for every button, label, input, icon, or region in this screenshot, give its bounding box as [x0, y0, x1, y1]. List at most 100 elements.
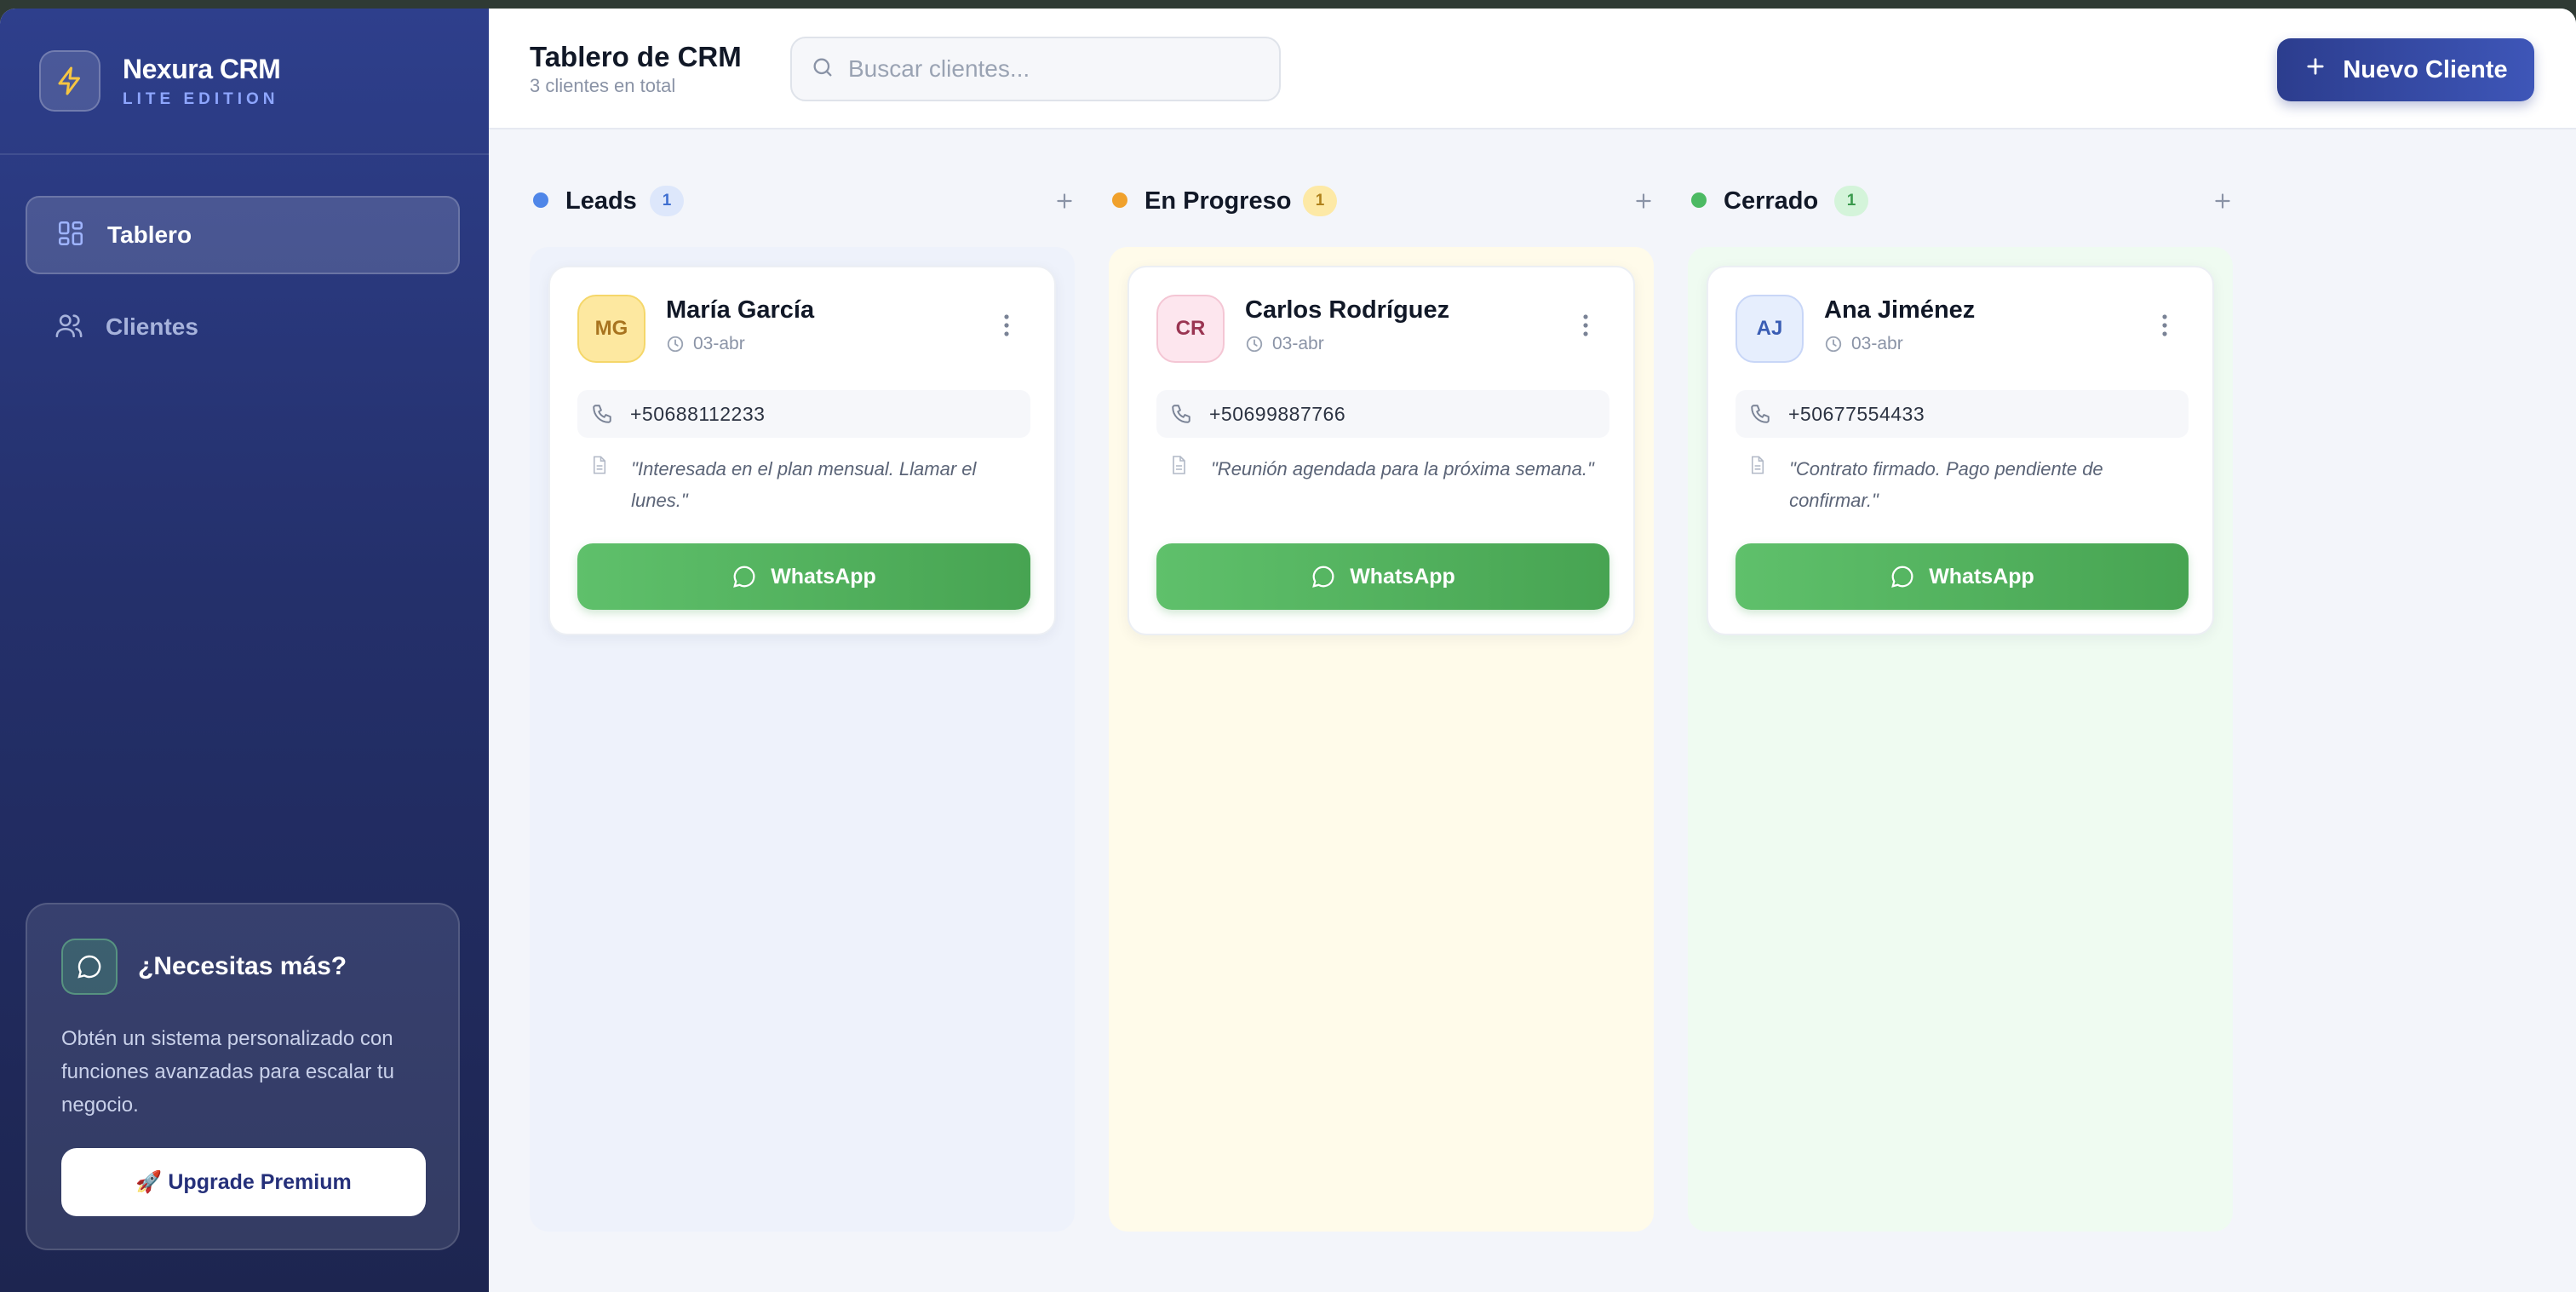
- avatar: MG: [577, 295, 645, 363]
- column-header: Cerrado 1: [1688, 162, 2241, 238]
- client-card[interactable]: CR Carlos Rodríguez 03-abr +50699887766 …: [1127, 266, 1635, 635]
- kebab-menu-icon: [1583, 314, 1588, 336]
- promo-title: ¿Necesitas más?: [138, 952, 347, 980]
- client-note: "Reunión agendada para la próxima semana…: [1168, 453, 1603, 485]
- add-card-button[interactable]: [2204, 182, 2241, 220]
- clock-icon: [667, 336, 684, 353]
- sidebar: Nexura CRM LITE EDITION Tablero Clientes…: [0, 9, 489, 1292]
- search-input[interactable]: [848, 55, 1257, 83]
- document-icon: [1173, 456, 1185, 474]
- client-card[interactable]: AJ Ana Jiménez 03-abr +50677554433 "Cont…: [1707, 266, 2214, 635]
- sidebar-item-tablero[interactable]: Tablero: [26, 196, 460, 274]
- document-icon: [1751, 456, 1764, 474]
- clock-icon: [1246, 336, 1263, 353]
- phone-number: +50699887766: [1209, 402, 1346, 425]
- client-name: Carlos Rodríguez: [1245, 296, 1450, 324]
- sidebar-item-label: Clientes: [106, 313, 198, 340]
- add-card-button[interactable]: [1625, 182, 1662, 220]
- whatsapp-label: WhatsApp: [771, 564, 876, 589]
- page-title: Tablero de CRM: [530, 41, 742, 72]
- column-title: Cerrado: [1724, 187, 1819, 215]
- whatsapp-icon: [1891, 566, 1913, 588]
- client-date: 03-abr: [1245, 334, 1324, 354]
- whatsapp-button[interactable]: WhatsApp: [1156, 543, 1609, 610]
- client-note: "Interesada en el plan mensual. Llamar e…: [589, 453, 1024, 516]
- promo-description: Obtén un sistema personalizado con funci…: [61, 1027, 394, 1117]
- brand: Nexura CRM LITE EDITION: [39, 49, 281, 112]
- column-title: Leads: [565, 187, 637, 215]
- chat-bubble-icon: [61, 939, 118, 995]
- whatsapp-label: WhatsApp: [1350, 564, 1455, 589]
- kebab-menu-icon: [1004, 314, 1009, 336]
- more-options-button[interactable]: [1575, 308, 1596, 342]
- note-text: "Interesada en el plan mensual. Llamar e…: [631, 458, 977, 511]
- grid-icon: [56, 219, 85, 252]
- column-leads: Leads 1 MG María García 03-abr +50688112…: [530, 162, 1083, 1232]
- sidebar-item-clientes[interactable]: Clientes: [26, 288, 460, 366]
- app-window: Nexura CRM LITE EDITION Tablero Clientes…: [0, 9, 2576, 1292]
- search-box[interactable]: [790, 37, 1281, 101]
- new-client-label: Nuevo Cliente: [2343, 55, 2508, 83]
- column-count-badge: 1: [1303, 186, 1337, 216]
- sidebar-item-label: Tablero: [107, 221, 192, 248]
- topbar: Tablero de CRM 3 clientes en total Nuevo…: [489, 9, 2576, 129]
- client-date: 03-abr: [666, 334, 745, 354]
- document-icon: [594, 456, 606, 474]
- date-text: 03-abr: [1851, 334, 1903, 353]
- whatsapp-label: WhatsApp: [1929, 564, 2034, 589]
- phone-icon: [593, 405, 611, 423]
- column-title: En Progreso: [1145, 187, 1292, 215]
- more-options-button[interactable]: [996, 308, 1017, 342]
- phone-icon: [1751, 405, 1770, 423]
- column-count-badge: 1: [1834, 186, 1868, 216]
- new-client-button[interactable]: Nuevo Cliente: [2277, 38, 2534, 101]
- column-body: MG María García 03-abr +50688112233 "Int…: [530, 247, 1075, 1232]
- column-en-progreso: En Progreso 1 CR Carlos Rodríguez 03-abr: [1109, 162, 1662, 1232]
- lightning-icon: [39, 50, 100, 112]
- whatsapp-button[interactable]: WhatsApp: [1736, 543, 2189, 610]
- column-body: AJ Ana Jiménez 03-abr +50677554433 "Cont…: [1688, 247, 2233, 1232]
- phone-field: +50688112233: [577, 390, 1030, 438]
- plus-icon: [1057, 193, 1072, 209]
- kebab-menu-icon: [2162, 314, 2167, 336]
- upgrade-premium-button[interactable]: 🚀 Upgrade Premium: [61, 1148, 426, 1216]
- premium-promo-card: ¿Necesitas más? Obtén un sistema persona…: [26, 903, 460, 1250]
- clock-icon: [1825, 336, 1842, 353]
- column-header: Leads 1: [530, 162, 1083, 238]
- whatsapp-button[interactable]: WhatsApp: [577, 543, 1030, 610]
- column-cerrado: Cerrado 1 AJ Ana Jiménez 03-abr +5067755…: [1688, 162, 2241, 1232]
- avatar: AJ: [1736, 295, 1804, 363]
- phone-icon: [1172, 405, 1190, 423]
- column-header: En Progreso 1: [1109, 162, 1662, 238]
- sidebar-divider: [0, 153, 489, 155]
- status-dot: [533, 192, 548, 208]
- client-card[interactable]: MG María García 03-abr +50688112233 "Int…: [548, 266, 1056, 635]
- client-date: 03-abr: [1824, 334, 1903, 354]
- client-note: "Contrato firmado. Pago pendiente de con…: [1747, 453, 2182, 516]
- phone-number: +50677554433: [1788, 402, 1925, 425]
- plus-icon: [1636, 193, 1651, 209]
- client-count: 3 clientes en total: [530, 75, 676, 96]
- app-edition: LITE EDITION: [123, 89, 279, 108]
- main-content: Tablero de CRM 3 clientes en total Nuevo…: [489, 9, 2576, 1292]
- column-body: CR Carlos Rodríguez 03-abr +50699887766 …: [1109, 247, 1654, 1232]
- note-text: "Reunión agendada para la próxima semana…: [1211, 458, 1594, 479]
- status-dot: [1691, 192, 1707, 208]
- note-text: "Contrato firmado. Pago pendiente de con…: [1789, 458, 2103, 511]
- column-count-badge: 1: [650, 186, 684, 216]
- add-card-button[interactable]: [1046, 182, 1083, 220]
- phone-field: +50699887766: [1156, 390, 1609, 438]
- users-icon: [55, 311, 83, 344]
- plus-icon: [2215, 193, 2230, 209]
- search-icon: [811, 55, 835, 83]
- date-text: 03-abr: [1272, 334, 1324, 353]
- whatsapp-icon: [1312, 566, 1334, 588]
- app-name: Nexura CRM: [123, 53, 281, 84]
- client-name: Ana Jiménez: [1824, 296, 1976, 324]
- more-options-button[interactable]: [2154, 308, 2175, 342]
- phone-number: +50688112233: [630, 402, 766, 425]
- plus-icon: [2303, 55, 2327, 85]
- status-dot: [1112, 192, 1127, 208]
- phone-field: +50677554433: [1736, 390, 2189, 438]
- date-text: 03-abr: [693, 334, 745, 353]
